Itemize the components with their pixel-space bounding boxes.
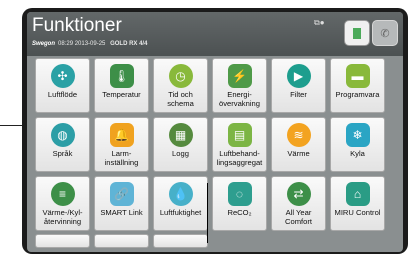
- clock-icon: ◷: [168, 64, 193, 88]
- energy-icon: ⚡: [227, 64, 252, 88]
- current-date: 2013-09-25: [74, 41, 106, 47]
- page-title: Funktioner: [32, 15, 122, 36]
- status-icons: ⧉●: [314, 18, 325, 28]
- heat-icon: ≋: [286, 123, 311, 147]
- phone-icon: ✆: [380, 27, 390, 40]
- function-tile-label: Logg: [172, 149, 189, 158]
- function-tile[interactable]: ◍ Språk: [35, 117, 90, 172]
- chart-icon: ▦: [168, 123, 193, 147]
- function-tile-label: All Year Comfort: [284, 208, 312, 226]
- function-tile-label: Värme: [287, 149, 310, 158]
- recovery-icon: ≡: [50, 182, 75, 206]
- function-tile[interactable]: ❄ Kyla: [330, 117, 385, 172]
- function-tile[interactable]: 🔔 Larm- inställning: [94, 117, 149, 172]
- phone-button[interactable]: ✆: [372, 20, 398, 46]
- filter-icon: ▶: [286, 64, 311, 88]
- air-handler-icon: ▤: [227, 123, 252, 147]
- function-tile[interactable]: ✣ Luftflöde: [35, 58, 90, 113]
- house-icon: ⌂: [345, 182, 370, 206]
- thermometer-icon: 🌡: [109, 64, 134, 88]
- pointer-line: [207, 183, 208, 243]
- function-tile[interactable]: ⇄ All Year Comfort: [271, 176, 326, 231]
- function-tile-partial[interactable]: [153, 234, 208, 248]
- document-button[interactable]: [344, 20, 370, 46]
- unit-model: GOLD RX 4/4: [110, 41, 148, 47]
- function-tile-partial[interactable]: [94, 234, 149, 248]
- function-tile-label: ReCO₂: [227, 208, 252, 217]
- function-tile-label: Programvara: [335, 90, 380, 99]
- function-tile-label: Kyla: [350, 149, 365, 158]
- function-tile[interactable]: ≋ Värme: [271, 117, 326, 172]
- globe-icon: ◍: [50, 123, 75, 147]
- function-tile-label: Värme-/Kyl- återvinning: [42, 208, 83, 226]
- link-icon: 🔗: [109, 182, 134, 206]
- function-tile-label: Språk: [52, 149, 73, 158]
- screen: Funktioner Swegon 08:29 2013-09-25 GOLD R…: [27, 12, 403, 252]
- function-tile[interactable]: ⚡ Energi- övervakning: [212, 58, 267, 113]
- droplets-icon: 💧: [168, 182, 193, 206]
- software-icon: ▬: [345, 64, 370, 88]
- function-tile[interactable]: 💧 Luftfuktighet: [153, 176, 208, 231]
- brand-logo: Swegon: [32, 41, 56, 47]
- function-tile-label: Energi- övervakning: [219, 90, 260, 108]
- function-tile-label: MIRU Control: [334, 208, 381, 217]
- function-tile-label: SMART Link: [100, 208, 143, 217]
- function-tile[interactable]: ▶ Filter: [271, 58, 326, 113]
- function-tile[interactable]: ≡ Värme-/Kyl- återvinning: [35, 176, 90, 231]
- function-tile[interactable]: ▬ Programvara: [330, 58, 385, 113]
- reco2-icon: ◌: [227, 182, 252, 206]
- function-tile-label: Temperatur: [102, 90, 141, 99]
- function-tile-label: Luftflöde: [47, 90, 78, 99]
- function-tile[interactable]: 🔗 SMART Link: [94, 176, 149, 231]
- function-tile-label: Larm- inställning: [104, 149, 139, 167]
- snowflake-icon: ❄: [345, 123, 370, 147]
- function-tile[interactable]: ◌ ReCO₂: [212, 176, 267, 231]
- function-tile-label: Filter: [290, 90, 307, 99]
- arrows-icon: ⇄: [286, 182, 311, 206]
- function-tile-label: Luftfuktighet: [159, 208, 202, 217]
- fan-icon: ✣: [50, 64, 75, 88]
- function-tile[interactable]: ▦ Logg: [153, 117, 208, 172]
- function-tile[interactable]: 🌡 Temperatur: [94, 58, 149, 113]
- function-tile[interactable]: ▤ Luftbehand- lingsaggregat: [212, 117, 267, 172]
- status-line: Swegon 08:29 2013-09-25 GOLD RX 4/4: [32, 41, 147, 47]
- function-tile-partial[interactable]: [35, 234, 90, 248]
- bell-icon: 🔔: [109, 123, 134, 147]
- function-tile-label: Luftbehand- lingsaggregat: [216, 149, 263, 167]
- function-tile[interactable]: ⌂ MIRU Control: [330, 176, 385, 231]
- header-bar: Funktioner Swegon 08:29 2013-09-25 GOLD R…: [27, 12, 403, 56]
- document-icon: [353, 27, 361, 39]
- function-grid: ✣ Luftflöde 🌡 Temperatur ◷ Tid och schema ⚡ Ene…: [35, 58, 385, 231]
- function-tile-label: Tid och schema: [167, 90, 194, 108]
- function-tile[interactable]: ◷ Tid och schema: [153, 58, 208, 113]
- clock-time: 08:29: [58, 41, 74, 47]
- user-icon: ●: [319, 18, 325, 27]
